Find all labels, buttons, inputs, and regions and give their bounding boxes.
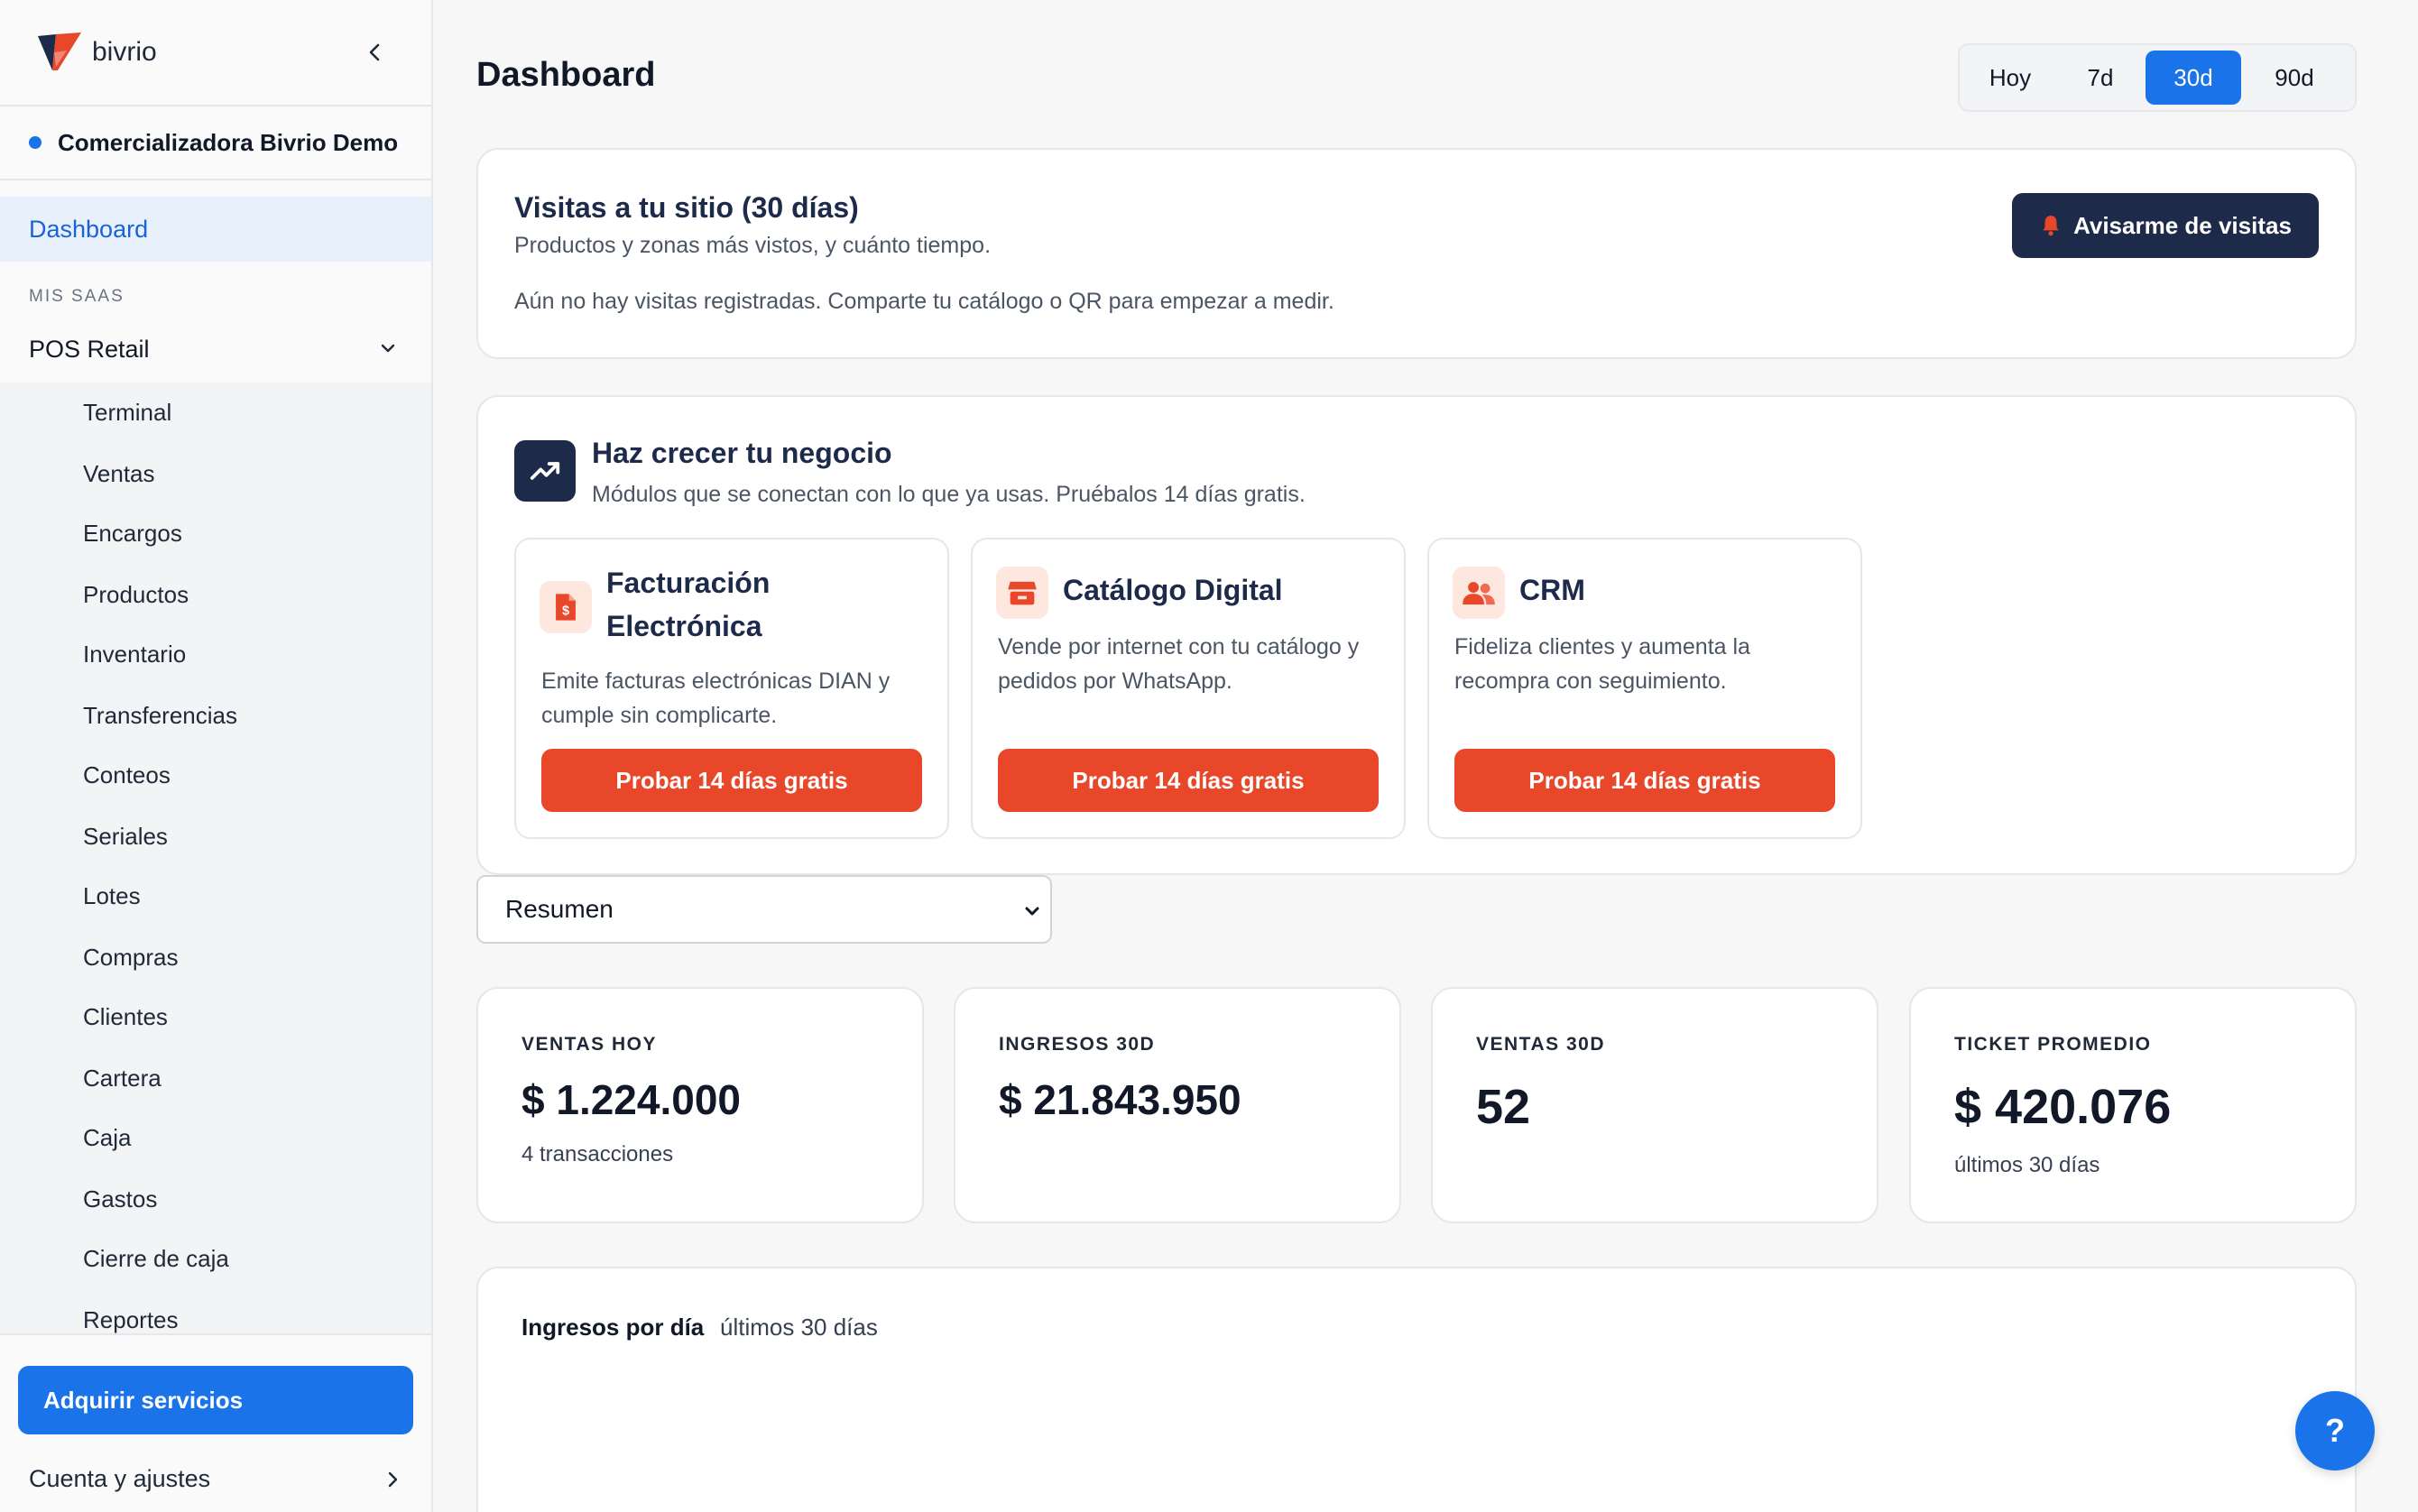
try-crm-button[interactable]: Probar 14 días gratis <box>1454 749 1835 812</box>
chevron-left-icon <box>369 43 380 61</box>
kpi-value: $ 21.843.950 <box>999 1076 1241 1123</box>
income-chart-title: Ingresos por día <box>521 1314 705 1341</box>
sidebar-item-caja[interactable]: Caja <box>83 1124 131 1152</box>
sidebar-item-cartera[interactable]: Cartera <box>83 1065 162 1093</box>
try-facturacion-button[interactable]: Probar 14 días gratis <box>541 749 922 812</box>
kpi-card-ventas-hoy: VENTAS HOY $ 1.224.000 4 transacciones <box>476 987 924 1223</box>
acquire-services-button[interactable]: Adquirir servicios <box>18 1366 413 1434</box>
dashboard-view-select[interactable]: Resumen <box>476 875 1052 944</box>
module-card-facturacion: $ Facturación Electrónica Emite facturas… <box>514 538 949 839</box>
sidebar-subnav: Terminal Ventas Encargos Productos Inven… <box>0 383 431 1333</box>
range-7d-button[interactable]: 7d <box>2055 51 2146 105</box>
page-title: Dashboard <box>476 56 656 94</box>
kpi-card-ventas-30d: VENTAS 30D 52 <box>1431 987 1878 1223</box>
sidebar-group-label: POS Retail <box>29 335 150 363</box>
site-visits-title: Visitas a tu sitio (30 días) <box>514 191 859 224</box>
main-content: Dashboard Hoy 7d 30d 90d Visitas a tu si… <box>433 0 2418 1512</box>
sidebar-section-label: MIS SAAS <box>29 287 125 306</box>
module-description: Emite facturas electrónicas DIAN y cumpl… <box>541 668 891 728</box>
site-visits-empty-message: Aún no hay visitas registradas. Comparte… <box>514 289 1334 314</box>
notify-visits-label: Avisarme de visitas <box>2073 211 2292 239</box>
organization-name: Comercializadora Bivrio Demo <box>58 128 399 156</box>
module-title: Facturación Electrónica <box>606 567 771 642</box>
grow-business-subtitle: Módulos que se conectan con lo que ya us… <box>592 482 1306 507</box>
sidebar-item-compras[interactable]: Compras <box>83 944 178 972</box>
kpi-card-ingresos-30d: INGRESOS 30D $ 21.843.950 <box>954 987 1401 1223</box>
grow-business-title: Haz crecer tu negocio <box>592 437 892 469</box>
store-icon <box>996 567 1048 619</box>
collapse-sidebar-button[interactable] <box>359 36 392 69</box>
date-range-selector: Hoy 7d 30d 90d <box>1958 43 2357 112</box>
sidebar: bivrio Comercializadora Bivrio Demo Dash… <box>0 0 433 1512</box>
range-hoy-button[interactable]: Hoy <box>1965 51 2055 105</box>
svg-text:$: $ <box>562 604 569 619</box>
income-chart-subtitle: últimos 30 días <box>720 1314 878 1341</box>
chevron-down-icon <box>1025 907 1039 916</box>
account-settings-label: Cuenta y ajustes <box>29 1465 211 1492</box>
organization-selector[interactable]: Comercializadora Bivrio Demo <box>0 106 431 180</box>
kpi-value: 52 <box>1476 1080 1531 1134</box>
sidebar-item-label: Dashboard <box>29 215 149 243</box>
sidebar-item-transferencias[interactable]: Transferencias <box>83 702 237 730</box>
bell-icon <box>2043 216 2059 236</box>
module-card-catalogo: Catálogo Digital Vende por internet con … <box>971 538 1406 839</box>
notify-visits-button[interactable]: Avisarme de visitas <box>2012 193 2319 258</box>
kpi-subtext: 4 transacciones <box>521 1142 674 1166</box>
module-description: Fideliza clientes y aumenta la recompra … <box>1454 634 1750 694</box>
kpi-card-ticket-promedio: TICKET PROMEDIO $ 420.076 últimos 30 día… <box>1909 987 2357 1223</box>
sidebar-item-inventario[interactable]: Inventario <box>83 641 186 668</box>
sidebar-item-dashboard[interactable]: Dashboard <box>0 197 431 262</box>
sidebar-item-cierre-de-caja[interactable]: Cierre de caja <box>83 1245 229 1273</box>
grow-business-card: Haz crecer tu negocio Módulos que se con… <box>476 395 2357 875</box>
status-dot-icon <box>29 136 42 149</box>
chevron-right-icon <box>388 1471 398 1487</box>
sidebar-item-encargos[interactable]: Encargos <box>83 520 182 548</box>
sidebar-item-conteos[interactable]: Conteos <box>83 761 171 789</box>
kpi-value: $ 420.076 <box>1954 1080 2172 1134</box>
users-icon <box>1453 567 1505 619</box>
dashboard-view-value: Resumen <box>505 895 614 923</box>
invoice-icon: $ <box>540 581 592 633</box>
try-catalogo-button[interactable]: Probar 14 días gratis <box>998 749 1379 812</box>
site-visits-card: Visitas a tu sitio (30 días) Productos y… <box>476 148 2357 359</box>
kpi-label: TICKET PROMEDIO <box>1954 1034 2152 1055</box>
sidebar-group-pos-retail[interactable]: POS Retail <box>0 325 431 373</box>
range-90d-button[interactable]: 90d <box>2241 51 2348 105</box>
brand-name: bivrio <box>92 37 157 67</box>
help-button[interactable]: ? <box>2295 1391 2375 1471</box>
sidebar-item-seriales[interactable]: Seriales <box>83 823 168 851</box>
sidebar-item-clientes[interactable]: Clientes <box>83 1003 168 1031</box>
sidebar-footer: Adquirir servicios Cuenta y ajustes <box>0 1333 431 1512</box>
income-per-day-card: Ingresos por día últimos 30 días <box>476 1267 2357 1512</box>
module-card-crm: CRM Fideliza clientes y aumenta la recom… <box>1427 538 1862 839</box>
chevron-down-icon <box>381 344 395 353</box>
sidebar-item-ventas[interactable]: Ventas <box>83 460 155 488</box>
sidebar-item-gastos[interactable]: Gastos <box>83 1185 157 1213</box>
sidebar-item-reportes[interactable]: Reportes <box>83 1306 179 1334</box>
kpi-label: INGRESOS 30D <box>999 1034 1156 1055</box>
kpi-subtext: últimos 30 días <box>1954 1153 2100 1177</box>
kpi-value: $ 1.224.000 <box>521 1076 742 1123</box>
range-30d-button[interactable]: 30d <box>2146 51 2241 105</box>
sidebar-item-terminal[interactable]: Terminal <box>83 399 171 427</box>
sidebar-item-productos[interactable]: Productos <box>83 581 189 609</box>
kpi-label: VENTAS HOY <box>521 1034 657 1055</box>
site-visits-subtitle: Productos y zonas más vistos, y cuánto t… <box>514 233 992 258</box>
module-title: Catálogo Digital <box>1063 574 1283 606</box>
brand: bivrio <box>0 0 431 106</box>
account-settings-link[interactable]: Cuenta y ajustes <box>29 1465 402 1493</box>
module-title: CRM <box>1519 574 1585 606</box>
sidebar-item-lotes[interactable]: Lotes <box>83 882 141 910</box>
bivrio-logo-icon[interactable] <box>36 31 83 74</box>
trending-up-icon <box>514 440 576 502</box>
kpi-label: VENTAS 30D <box>1476 1034 1605 1055</box>
module-description: Vende por internet con tu catálogo y ped… <box>998 634 1360 694</box>
